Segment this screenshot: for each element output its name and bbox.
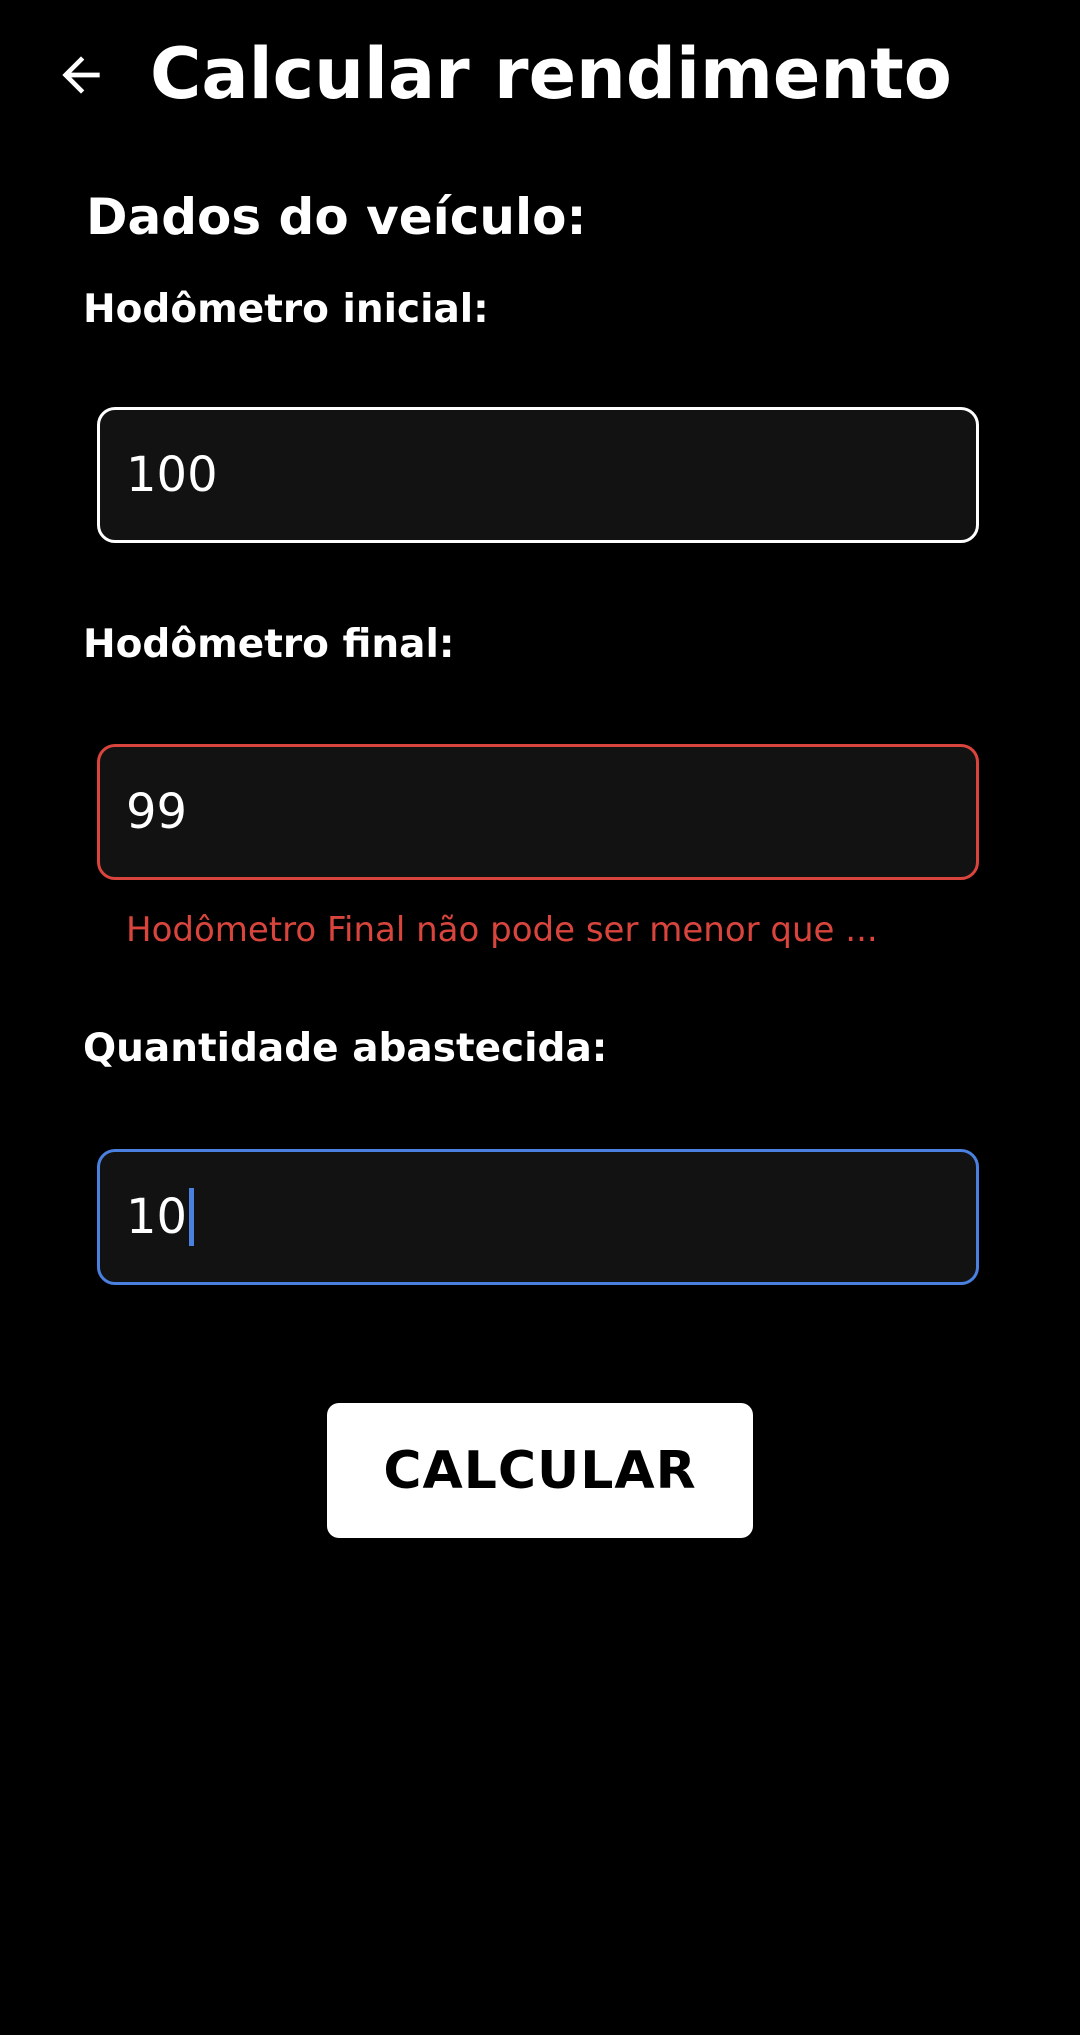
back-button[interactable] <box>40 34 122 116</box>
page-title: Calcular rendimento <box>150 33 952 115</box>
fuel-amount-input[interactable]: 10 <box>126 1152 195 1282</box>
calculate-button[interactable]: CALCULAR <box>327 1403 753 1538</box>
section-title: Dados do veículo: <box>86 188 587 246</box>
odometer-end-input[interactable] <box>126 747 946 877</box>
odometer-end-error: Hodômetro Final não pode ser menor que .… <box>126 910 878 950</box>
odometer-start-field[interactable] <box>97 407 979 543</box>
fuel-amount-value: 10 <box>126 1189 188 1245</box>
odometer-end-field[interactable] <box>97 744 979 880</box>
odometer-start-label: Hodômetro inicial: <box>83 287 489 332</box>
arrow-left-icon <box>62 56 100 94</box>
app-bar: Calcular rendimento <box>0 0 1080 150</box>
text-caret <box>189 1188 195 1246</box>
odometer-start-input[interactable] <box>126 410 946 540</box>
fuel-amount-field[interactable]: 10 <box>97 1149 979 1285</box>
odometer-end-label: Hodômetro final: <box>83 622 455 667</box>
fuel-amount-label: Quantidade abastecida: <box>83 1026 608 1071</box>
